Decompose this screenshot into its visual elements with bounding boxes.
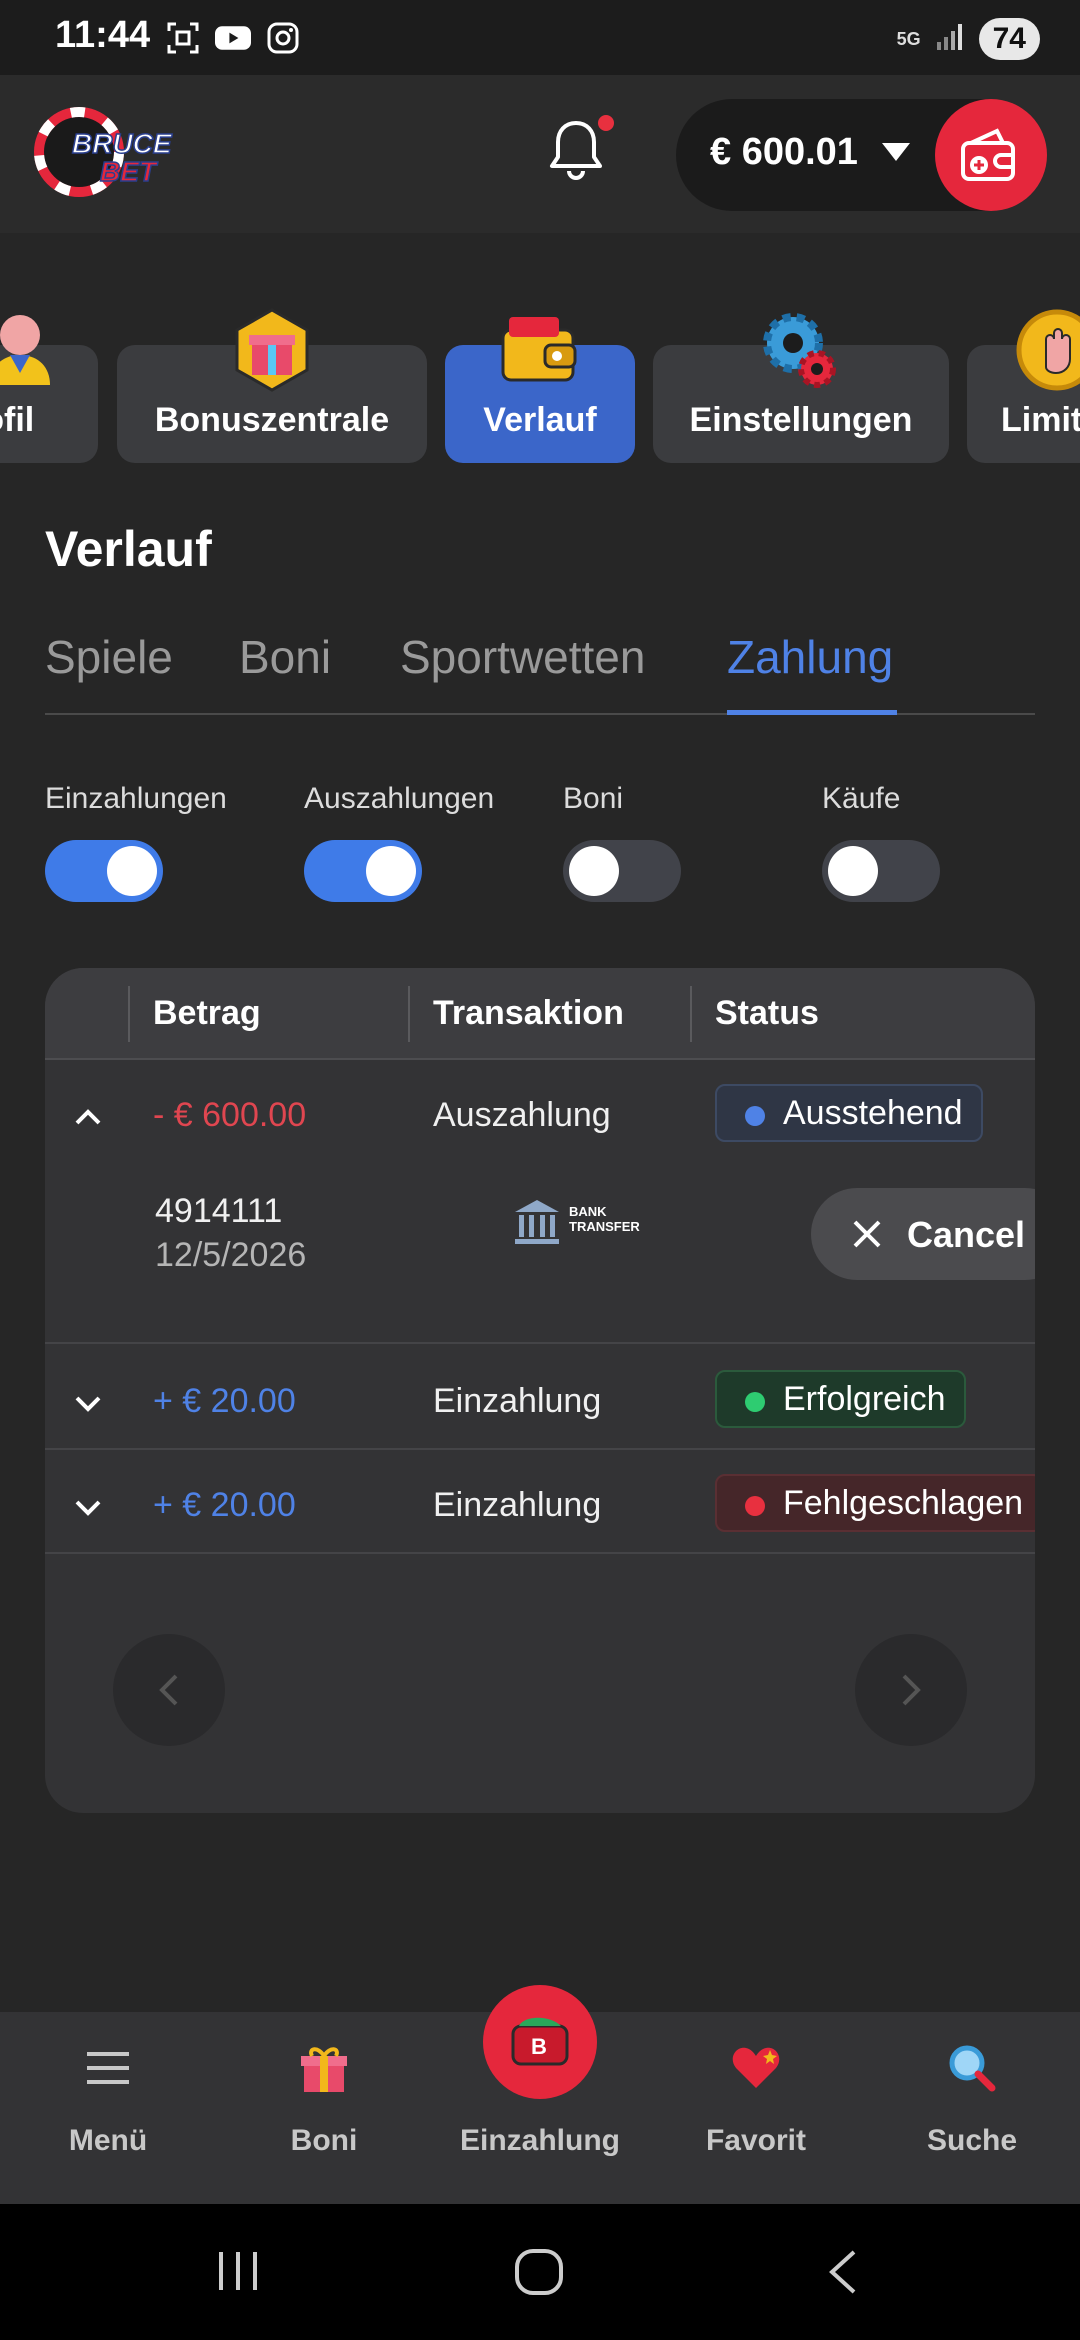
svg-text:BRUCE: BRUCE bbox=[72, 128, 173, 159]
heart-icon bbox=[726, 2038, 786, 2098]
status-badge: Ausstehend bbox=[715, 1084, 983, 1142]
auszahlungen-toggle[interactable] bbox=[304, 840, 422, 902]
profile-icon bbox=[0, 305, 70, 395]
row-transaction-type: Einzahlung bbox=[433, 1382, 602, 1420]
chevron-down-icon[interactable] bbox=[71, 1490, 105, 1524]
status-time: 11:44 bbox=[55, 14, 151, 56]
wallet-add-icon bbox=[961, 128, 1015, 181]
notification-bell-icon[interactable] bbox=[548, 117, 604, 183]
gift-box-icon bbox=[294, 2038, 354, 2098]
youtube-icon bbox=[215, 20, 251, 56]
transactions-table: Betrag Transaktion Status - € 600.00 Aus… bbox=[45, 968, 1035, 1813]
nav-item-label: rofil bbox=[0, 401, 35, 439]
balance-amount: € 600.01 bbox=[710, 131, 858, 173]
gift-icon bbox=[227, 305, 317, 395]
filter-auszahlungen: Auszahlungen bbox=[304, 782, 495, 902]
tab-boni[interactable]: Boni bbox=[239, 630, 331, 684]
bank-transfer-icon: BANK TRANSFER bbox=[513, 1196, 643, 1248]
row-amount: + € 20.00 bbox=[153, 1486, 296, 1524]
bottom-nav: Menü Boni B Einzahlung Favorit Suche bbox=[0, 1985, 1080, 2204]
nav-item-label: Limit bbox=[1001, 401, 1080, 439]
page-title: Verlauf bbox=[45, 521, 212, 577]
bottom-nav-favorit[interactable]: Favorit bbox=[656, 2012, 856, 2204]
bottom-nav-boni[interactable]: Boni bbox=[224, 2012, 424, 2204]
system-nav-bar bbox=[0, 2204, 1080, 2340]
chevron-down-icon[interactable] bbox=[71, 1386, 105, 1420]
limit-hand-icon bbox=[1012, 305, 1080, 395]
filter-kaeufe: Käufe bbox=[822, 782, 940, 902]
bottom-nav-einzahlung[interactable]: Einzahlung bbox=[440, 2012, 640, 2204]
chevron-up-icon[interactable] bbox=[71, 1100, 105, 1134]
network-indicator: 5G bbox=[896, 29, 921, 49]
row-transaction-type: Auszahlung bbox=[433, 1096, 611, 1134]
row-amount: - € 600.00 bbox=[153, 1096, 307, 1134]
tab-zahlung[interactable]: Zahlung bbox=[727, 630, 893, 684]
filter-label: Boni bbox=[563, 782, 624, 815]
filter-label: Einzahlungen bbox=[45, 782, 227, 815]
status-bar: 11:44 5G 74 bbox=[0, 0, 1080, 75]
row-amount: + € 20.00 bbox=[153, 1382, 296, 1420]
row-transaction-type: Einzahlung bbox=[433, 1486, 602, 1524]
table-header: Betrag Transaktion Status bbox=[45, 968, 1035, 1060]
nav-item-label: Verlauf bbox=[483, 401, 597, 439]
settings-gear-icon bbox=[753, 305, 843, 395]
bottom-nav-suche[interactable]: Suche bbox=[872, 2012, 1072, 2204]
column-header-transaktion[interactable]: Transaktion bbox=[433, 994, 624, 1033]
filter-einzahlungen: Einzahlungen bbox=[45, 782, 227, 902]
transaction-date: 12/5/2026 bbox=[155, 1236, 307, 1274]
screenshot-icon bbox=[165, 20, 201, 56]
app-header: BRUCE BET € 600.01 bbox=[0, 75, 1080, 233]
chevron-left-icon bbox=[159, 1674, 178, 1706]
home-icon[interactable] bbox=[514, 2248, 564, 2301]
recent-apps-icon[interactable] bbox=[215, 2248, 261, 2299]
nav-item-einstellungen[interactable]: Einstellungen bbox=[653, 313, 949, 463]
boni-toggle[interactable] bbox=[563, 840, 681, 902]
search-icon bbox=[942, 2038, 1002, 2098]
active-tab-indicator bbox=[727, 710, 897, 715]
filter-label: Käufe bbox=[822, 782, 901, 815]
history-tabs: Spiele Boni Sportwetten Zahlung bbox=[45, 630, 1035, 715]
nav-item-verlauf[interactable]: Verlauf bbox=[445, 317, 635, 463]
cancel-button[interactable]: Cancel bbox=[811, 1188, 1035, 1280]
category-nav: rofil Bonuszentrale Verlauf Einstellunge… bbox=[0, 233, 1080, 483]
status-badge: Erfolgreich bbox=[715, 1370, 966, 1428]
previous-page-button[interactable] bbox=[113, 1634, 225, 1746]
next-page-button[interactable] bbox=[855, 1634, 967, 1746]
tab-sportwetten[interactable]: Sportwetten bbox=[400, 630, 645, 684]
column-header-betrag[interactable]: Betrag bbox=[153, 994, 261, 1033]
instagram-icon bbox=[265, 20, 301, 56]
nav-item-profil[interactable]: rofil bbox=[0, 315, 98, 463]
column-header-status[interactable]: Status bbox=[715, 994, 819, 1033]
chevron-right-icon bbox=[902, 1674, 921, 1706]
filter-boni: Boni bbox=[563, 782, 681, 902]
battery-indicator: 74 bbox=[978, 18, 1040, 60]
history-wallet-icon bbox=[495, 305, 585, 395]
einzahlungen-toggle[interactable] bbox=[45, 840, 163, 902]
signal-icon bbox=[935, 22, 965, 57]
nav-item-bonuszentrale[interactable]: Bonuszentrale bbox=[117, 308, 427, 463]
status-badge: Fehlgeschlagen bbox=[715, 1474, 1035, 1532]
brucebet-logo[interactable]: BRUCE BET bbox=[34, 107, 184, 197]
svg-text:BET: BET bbox=[100, 156, 159, 187]
nav-item-limit[interactable]: Limit bbox=[967, 309, 1080, 463]
close-icon bbox=[853, 1220, 881, 1248]
filter-label: Auszahlungen bbox=[304, 782, 495, 815]
kaeufe-toggle[interactable] bbox=[822, 840, 940, 902]
nav-item-label: Bonuszentrale bbox=[154, 401, 390, 439]
transaction-id: 4914111 bbox=[155, 1192, 283, 1230]
tab-spiele[interactable]: Spiele bbox=[45, 630, 173, 684]
nav-item-label: Einstellungen bbox=[689, 401, 913, 439]
hamburger-menu-icon bbox=[78, 2038, 138, 2098]
back-icon[interactable] bbox=[824, 2248, 864, 2301]
notification-dot bbox=[598, 115, 614, 131]
chevron-down-icon bbox=[882, 143, 910, 161]
bottom-nav-menu[interactable]: Menü bbox=[8, 2012, 208, 2204]
wallet-button[interactable] bbox=[935, 99, 1047, 211]
